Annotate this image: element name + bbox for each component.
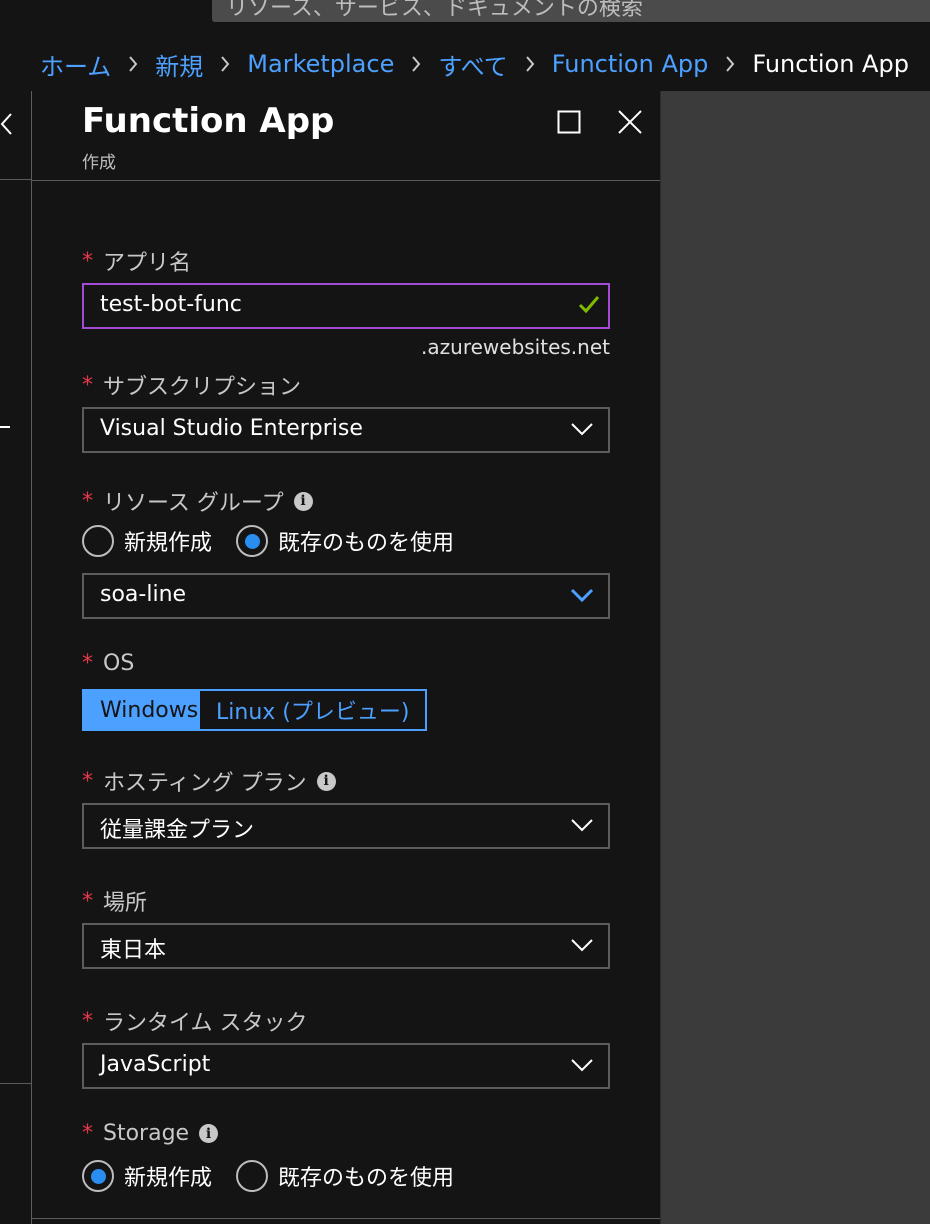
required-asterisk: * (82, 888, 93, 914)
resource-group-option-new[interactable]: 新規作成 (82, 525, 212, 557)
resource-group-option-existing[interactable]: 既存のものを使用 (236, 525, 454, 557)
resource-group-dropdown[interactable]: soa-line (82, 573, 610, 619)
divider (0, 1083, 31, 1084)
blade-title: Function App (82, 101, 335, 141)
close-button[interactable] (615, 109, 645, 139)
required-asterisk: * (82, 488, 93, 514)
function-app-blade: Function App 作成 * アプリ名 test-bot-func .az… (32, 91, 661, 1224)
os-option-linux[interactable]: Linux (プレビュー) (200, 691, 426, 729)
divider (32, 1218, 660, 1219)
os-toggle: Windows Linux (プレビュー) (82, 689, 428, 731)
breadcrumb: ホーム 新規 Marketplace すべて Function App Func… (40, 47, 909, 81)
divider (0, 426, 10, 428)
required-asterisk: * (82, 1121, 93, 1146)
breadcrumb-current: Function App (752, 50, 909, 78)
resource-group-label: * リソース グループ i (82, 485, 313, 517)
search-input[interactable]: リソース、サービス、ドキュメントの検索 (212, 0, 930, 22)
radio-button[interactable] (236, 1160, 269, 1192)
hosting-plan-label: * ホスティング プラン i (82, 765, 336, 797)
os-label: * OS (82, 651, 135, 676)
required-asterisk: * (82, 372, 93, 398)
app-name-label: * アプリ名 (82, 248, 192, 277)
chevron-right-icon (111, 55, 155, 73)
maximize-icon (557, 110, 581, 138)
chevron-left-icon[interactable] (0, 111, 14, 141)
chevron-right-icon (508, 55, 552, 73)
resource-group-value: soa-line (100, 582, 187, 607)
close-icon (617, 109, 643, 139)
radio-button-selected[interactable] (236, 525, 269, 557)
radio-button-selected[interactable] (82, 1160, 114, 1192)
storage-label: * Storage i (82, 1121, 219, 1146)
hosting-plan-value: 従量課金プラン (100, 818, 255, 843)
required-asterisk: * (82, 1008, 93, 1034)
runtime-stack-dropdown[interactable]: JavaScript (82, 1043, 610, 1089)
chevron-right-icon (708, 55, 752, 73)
subscription-value: Visual Studio Enterprise (100, 416, 363, 441)
storage-radio-group: 新規作成 既存のものを使用 (82, 1160, 478, 1192)
info-icon[interactable]: i (316, 771, 336, 791)
chevron-right-icon (203, 55, 247, 73)
location-value: 東日本 (100, 938, 167, 963)
chevron-down-icon (570, 817, 594, 837)
search-placeholder: リソース、サービス、ドキュメントの検索 (226, 0, 643, 21)
subscription-dropdown[interactable]: Visual Studio Enterprise (82, 407, 610, 453)
storage-option-new[interactable]: 新規作成 (82, 1160, 212, 1192)
runtime-stack-label: * ランタイム スタック (82, 1008, 308, 1037)
app-name-input[interactable]: test-bot-func (82, 283, 610, 329)
breadcrumb-function-app[interactable]: Function App (552, 50, 709, 78)
required-asterisk: * (82, 248, 93, 274)
app-name-value: test-bot-func (100, 292, 242, 317)
previous-blade (0, 91, 32, 1224)
location-dropdown[interactable]: 東日本 (82, 923, 610, 969)
required-asterisk: * (82, 768, 93, 794)
breadcrumb-home[interactable]: ホーム (40, 47, 111, 82)
chevron-down-icon (570, 421, 594, 441)
resource-group-radio-group: 新規作成 既存のものを使用 (82, 525, 478, 557)
radio-button[interactable] (82, 525, 114, 557)
info-icon[interactable]: i (293, 491, 313, 511)
blade-header: Function App 作成 (32, 91, 660, 181)
divider (0, 179, 31, 180)
empty-canvas (661, 91, 930, 1224)
storage-option-existing[interactable]: 既存のものを使用 (236, 1160, 454, 1192)
maximize-button[interactable] (554, 109, 584, 139)
breadcrumb-bar: ホーム 新規 Marketplace すべて Function App Func… (0, 37, 930, 92)
chevron-right-icon (394, 55, 438, 73)
runtime-stack-value: JavaScript (100, 1052, 211, 1077)
breadcrumb-new[interactable]: 新規 (155, 47, 203, 82)
os-option-windows[interactable]: Windows (84, 691, 200, 729)
app-name-suffix: .azurewebsites.net (421, 335, 610, 359)
chevron-down-icon (570, 1057, 594, 1077)
hosting-plan-dropdown[interactable]: 従量課金プラン (82, 803, 610, 849)
info-icon[interactable]: i (199, 1124, 219, 1143)
blade-subtitle: 作成 (82, 153, 116, 173)
chevron-down-icon (570, 587, 594, 607)
checkmark-icon (578, 294, 600, 318)
breadcrumb-all[interactable]: すべて (438, 47, 507, 82)
subscription-label: * サブスクリプション (82, 372, 302, 401)
breadcrumb-marketplace[interactable]: Marketplace (247, 50, 394, 78)
required-asterisk: * (82, 651, 93, 676)
top-bar: リソース、サービス、ドキュメントの検索 (0, 0, 930, 37)
location-label: * 場所 (82, 888, 148, 917)
chevron-down-icon (570, 937, 594, 957)
